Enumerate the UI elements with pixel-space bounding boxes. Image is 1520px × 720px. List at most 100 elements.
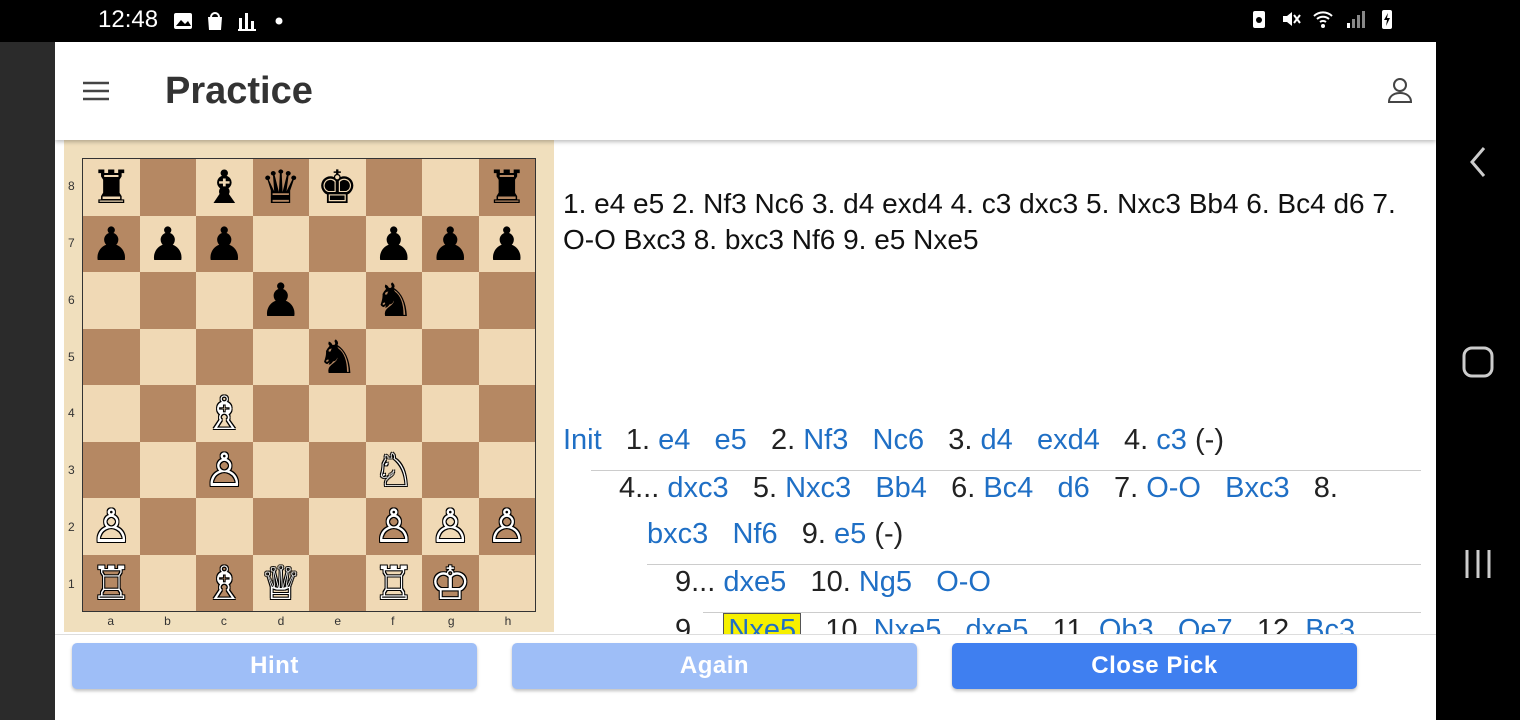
square-b6[interactable] bbox=[139, 272, 196, 329]
square-f6[interactable]: ♞ bbox=[365, 272, 422, 329]
square-a8[interactable]: ♜ bbox=[83, 159, 140, 216]
black-pawn-piece[interactable]: ♟ bbox=[204, 221, 245, 267]
move[interactable]: c3 bbox=[1156, 424, 1187, 456]
user-button[interactable] bbox=[1384, 74, 1416, 106]
move[interactable]: Bb4 bbox=[875, 472, 927, 504]
black-pawn-piece[interactable]: ♟ bbox=[91, 221, 132, 267]
black-bishop-piece[interactable]: ♝ bbox=[204, 164, 245, 210]
square-a3[interactable] bbox=[83, 441, 140, 498]
black-king-piece[interactable]: ♚ bbox=[317, 164, 358, 210]
white-rook-piece[interactable]: ♖ bbox=[373, 560, 414, 606]
move[interactable]: dxe5 bbox=[723, 566, 786, 598]
move[interactable]: Bxc3 bbox=[1225, 472, 1289, 504]
move-init[interactable]: Init bbox=[563, 424, 602, 456]
square-e6[interactable] bbox=[309, 272, 366, 329]
square-d4[interactable] bbox=[252, 385, 309, 442]
square-h4[interactable] bbox=[478, 385, 535, 442]
square-c2[interactable] bbox=[196, 498, 253, 555]
square-e5[interactable]: ♞ bbox=[309, 328, 366, 385]
square-b1[interactable] bbox=[139, 554, 196, 611]
square-h8[interactable]: ♜ bbox=[478, 159, 535, 216]
square-g8[interactable] bbox=[422, 159, 479, 216]
recents-button[interactable] bbox=[1458, 544, 1498, 584]
square-b4[interactable] bbox=[139, 385, 196, 442]
square-h2[interactable]: ♙ bbox=[478, 498, 535, 555]
square-c7[interactable]: ♟ bbox=[196, 215, 253, 272]
square-c6[interactable] bbox=[196, 272, 253, 329]
square-h7[interactable]: ♟ bbox=[478, 215, 535, 272]
square-b7[interactable]: ♟ bbox=[139, 215, 196, 272]
again-button[interactable]: Again bbox=[512, 643, 917, 689]
white-king-piece[interactable]: ♔ bbox=[430, 560, 471, 606]
white-pawn-piece[interactable]: ♙ bbox=[91, 503, 132, 549]
square-c4[interactable]: ♗ bbox=[196, 385, 253, 442]
square-d1[interactable]: ♕ bbox=[252, 554, 309, 611]
square-f4[interactable] bbox=[365, 385, 422, 442]
white-pawn-piece[interactable]: ♙ bbox=[373, 503, 414, 549]
black-pawn-piece[interactable]: ♟ bbox=[373, 221, 414, 267]
move[interactable]: d4 bbox=[981, 424, 1013, 456]
move[interactable]: Nf6 bbox=[732, 518, 777, 550]
move[interactable]: exd4 bbox=[1037, 424, 1100, 456]
move[interactable]: Nxc3 bbox=[785, 472, 851, 504]
square-e7[interactable] bbox=[309, 215, 366, 272]
square-g1[interactable]: ♔ bbox=[422, 554, 479, 611]
black-rook-piece[interactable]: ♜ bbox=[91, 164, 132, 210]
move[interactable]: e4 bbox=[658, 424, 690, 456]
square-b2[interactable] bbox=[139, 498, 196, 555]
white-bishop-piece[interactable]: ♗ bbox=[204, 390, 245, 436]
square-f5[interactable] bbox=[365, 328, 422, 385]
move[interactable]: Ng5 bbox=[859, 566, 912, 598]
white-pawn-piece[interactable]: ♙ bbox=[204, 447, 245, 493]
move[interactable]: Bc4 bbox=[983, 472, 1033, 504]
square-e3[interactable] bbox=[309, 441, 366, 498]
move[interactable]: Nf3 bbox=[803, 424, 848, 456]
square-g5[interactable] bbox=[422, 328, 479, 385]
move[interactable]: dxc3 bbox=[667, 472, 728, 504]
move[interactable]: d6 bbox=[1058, 472, 1090, 504]
white-queen-piece[interactable]: ♕ bbox=[260, 560, 301, 606]
square-a5[interactable] bbox=[83, 328, 140, 385]
square-a1[interactable]: ♖ bbox=[83, 554, 140, 611]
square-c3[interactable]: ♙ bbox=[196, 441, 253, 498]
white-pawn-piece[interactable]: ♙ bbox=[430, 503, 471, 549]
square-c8[interactable]: ♝ bbox=[196, 159, 253, 216]
move[interactable]: e5 bbox=[715, 424, 747, 456]
square-h6[interactable] bbox=[478, 272, 535, 329]
square-f2[interactable]: ♙ bbox=[365, 498, 422, 555]
white-bishop-piece[interactable]: ♗ bbox=[204, 560, 245, 606]
square-c1[interactable]: ♗ bbox=[196, 554, 253, 611]
square-a2[interactable]: ♙ bbox=[83, 498, 140, 555]
black-knight-piece[interactable]: ♞ bbox=[317, 334, 358, 380]
black-pawn-piece[interactable]: ♟ bbox=[260, 277, 301, 323]
white-knight-piece[interactable]: ♘ bbox=[373, 447, 414, 493]
chessboard[interactable]: ♜ ♝ ♛ ♚ ♜ ♟ ♟ ♟ ♟ ♟ ♟ ♟ ♞ ♞ ♗ ♙ ♘ ♙ ♙ ♙ ♙ ♖ ♗ ♕ ♖ ♔ bbox=[82, 158, 536, 612]
square-a4[interactable] bbox=[83, 385, 140, 442]
square-e2[interactable] bbox=[309, 498, 366, 555]
black-knight-piece[interactable]: ♞ bbox=[373, 277, 414, 323]
square-a6[interactable] bbox=[83, 272, 140, 329]
white-rook-piece[interactable]: ♖ bbox=[91, 560, 132, 606]
square-g6[interactable] bbox=[422, 272, 479, 329]
square-a7[interactable]: ♟ bbox=[83, 215, 140, 272]
move[interactable]: bxc3 bbox=[647, 518, 708, 550]
close-pick-button[interactable]: Close Pick bbox=[952, 643, 1357, 689]
home-button[interactable] bbox=[1458, 342, 1498, 382]
square-h5[interactable] bbox=[478, 328, 535, 385]
black-queen-piece[interactable]: ♛ bbox=[260, 164, 301, 210]
square-g4[interactable] bbox=[422, 385, 479, 442]
back-button[interactable] bbox=[1458, 142, 1498, 182]
square-c5[interactable] bbox=[196, 328, 253, 385]
square-f8[interactable] bbox=[365, 159, 422, 216]
square-g3[interactable] bbox=[422, 441, 479, 498]
square-f3[interactable]: ♘ bbox=[365, 441, 422, 498]
square-b3[interactable] bbox=[139, 441, 196, 498]
square-d7[interactable] bbox=[252, 215, 309, 272]
square-f7[interactable]: ♟ bbox=[365, 215, 422, 272]
square-e1[interactable] bbox=[309, 554, 366, 611]
square-b8[interactable] bbox=[139, 159, 196, 216]
square-g2[interactable]: ♙ bbox=[422, 498, 479, 555]
black-pawn-piece[interactable]: ♟ bbox=[430, 221, 471, 267]
menu-button[interactable] bbox=[77, 76, 117, 106]
black-pawn-piece[interactable]: ♟ bbox=[147, 221, 188, 267]
